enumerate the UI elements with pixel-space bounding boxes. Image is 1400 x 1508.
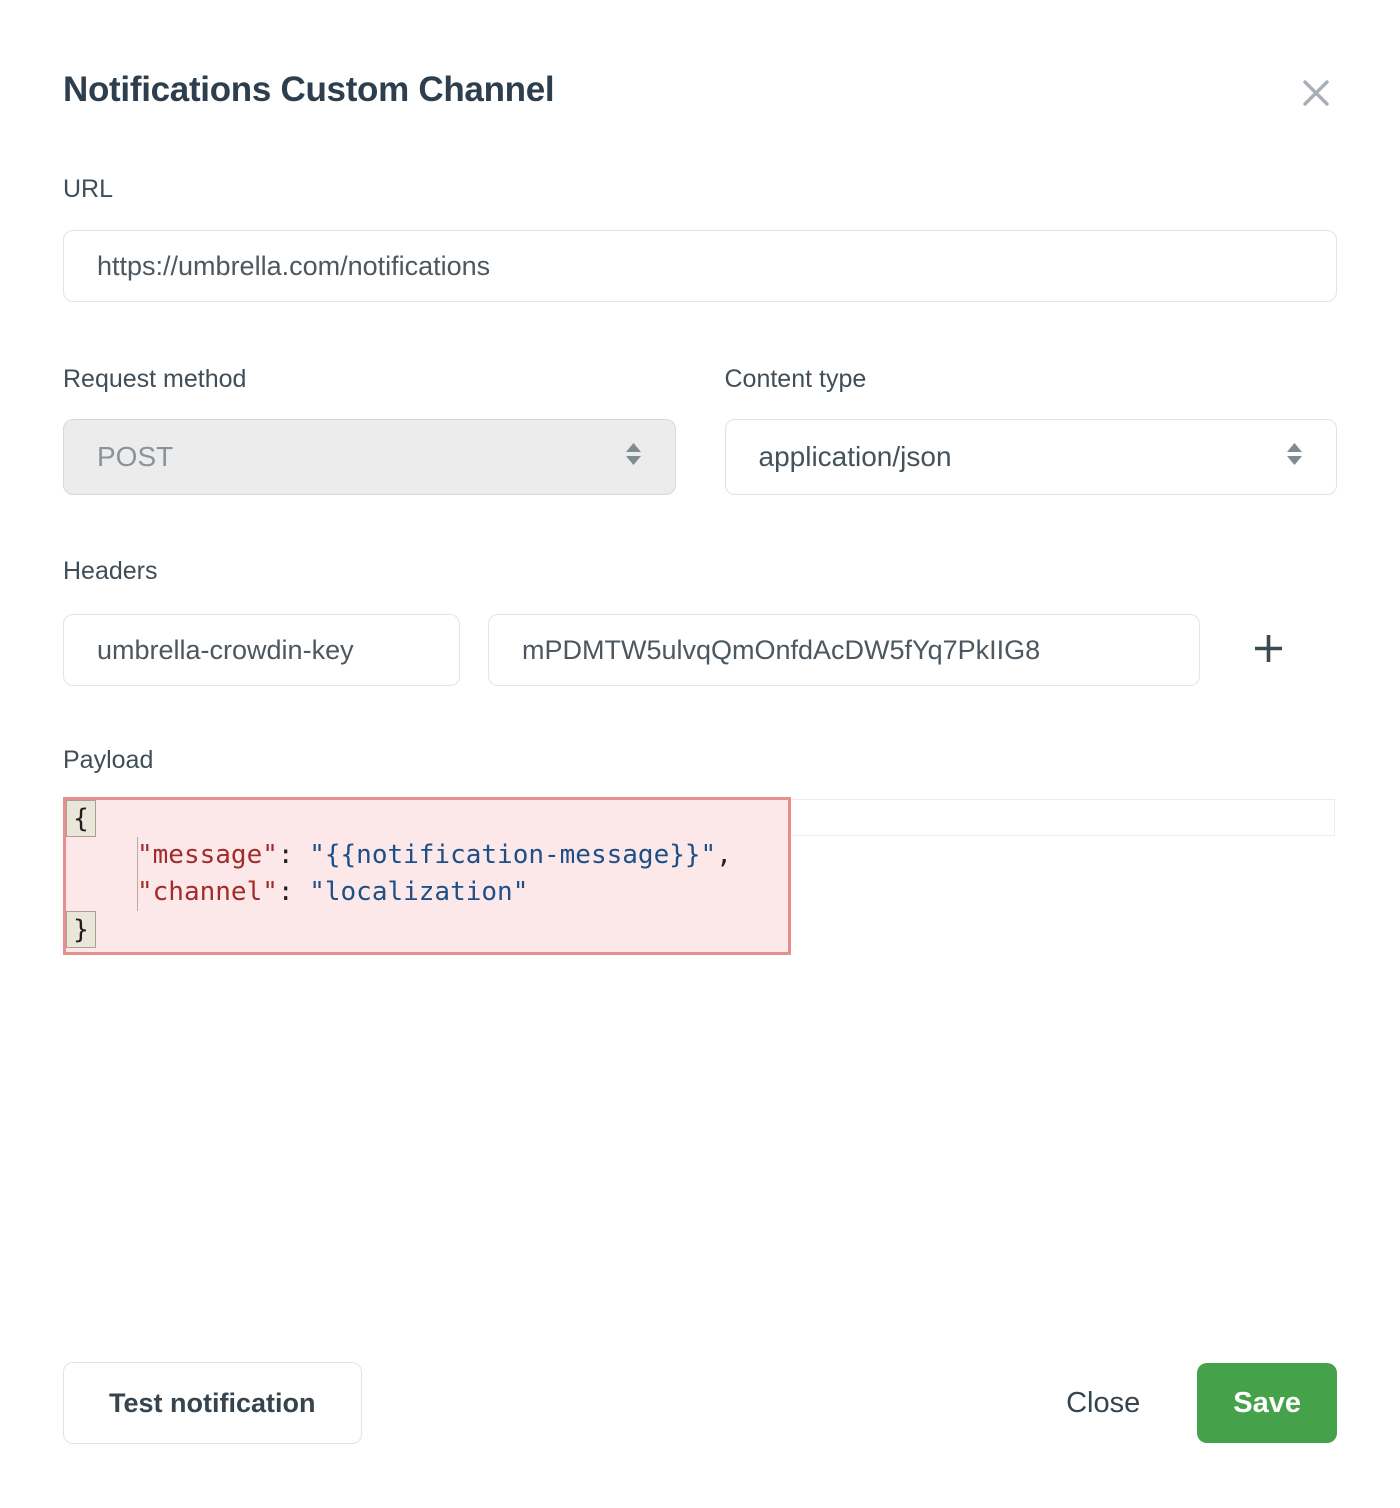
notifications-custom-channel-dialog: Notifications Custom Channel URL Request…	[0, 0, 1400, 1508]
footer-actions: Close Save	[1066, 1363, 1337, 1443]
header-value-input[interactable]	[488, 614, 1200, 686]
message-key-token: "message"	[137, 840, 278, 870]
comma-token: ,	[716, 840, 732, 870]
plus-icon	[1252, 632, 1285, 668]
payload-field-group: Payload { "message": "{{notification-mes…	[63, 746, 1337, 959]
channel-value-token: "localization"	[309, 877, 528, 907]
header-key-input[interactable]	[63, 614, 460, 686]
message-value-token: "{{notification-message}}"	[309, 840, 716, 870]
request-method-field-group: Request method POST	[63, 365, 676, 495]
colon-token: :	[278, 877, 309, 907]
request-method-select[interactable]: POST	[63, 419, 676, 495]
code-line: {	[66, 800, 788, 837]
payload-label: Payload	[63, 746, 1337, 775]
close-button[interactable]: Close	[1066, 1387, 1140, 1420]
content-type-field-group: Content type application/json	[725, 365, 1338, 495]
code-line: }	[66, 911, 788, 948]
content-type-select[interactable]: application/json	[725, 419, 1338, 495]
colon-token: :	[278, 840, 309, 870]
request-method-label: Request method	[63, 365, 676, 394]
test-notification-button[interactable]: Test notification	[63, 1362, 362, 1444]
dialog-footer: Test notification Close Save	[63, 1362, 1337, 1444]
url-field-group: URL	[63, 175, 1337, 302]
select-arrows-icon	[1286, 441, 1303, 473]
url-input[interactable]	[63, 230, 1337, 302]
close-icon	[1299, 98, 1333, 113]
headers-label: Headers	[63, 557, 1337, 586]
payload-highlighted-code[interactable]: { "message": "{{notification-message}}",…	[63, 797, 791, 955]
indent-guide	[137, 837, 138, 911]
save-button[interactable]: Save	[1197, 1363, 1337, 1443]
select-arrows-icon	[625, 441, 642, 473]
code-line: "channel": "localization"	[66, 874, 788, 911]
url-label: URL	[63, 175, 1337, 204]
add-header-button[interactable]	[1200, 612, 1337, 688]
content-type-label: Content type	[725, 365, 1338, 394]
close-brace-token: }	[66, 911, 96, 948]
headers-field-group: Headers	[63, 557, 1337, 688]
code-line: "message": "{{notification-message}}",	[66, 837, 788, 874]
request-method-value: POST	[97, 441, 173, 473]
header-row	[63, 612, 1337, 688]
content-type-value: application/json	[759, 441, 952, 473]
open-brace-token: {	[66, 800, 96, 837]
channel-key-token: "channel"	[137, 877, 278, 907]
dialog-header: Notifications Custom Channel	[63, 0, 1337, 117]
method-content-row: Request method POST Content type applica…	[63, 365, 1337, 495]
payload-code-editor[interactable]: { "message": "{{notification-message}}",…	[63, 799, 1337, 959]
close-dialog-button[interactable]	[1295, 72, 1337, 117]
dialog-title: Notifications Custom Channel	[63, 70, 554, 110]
